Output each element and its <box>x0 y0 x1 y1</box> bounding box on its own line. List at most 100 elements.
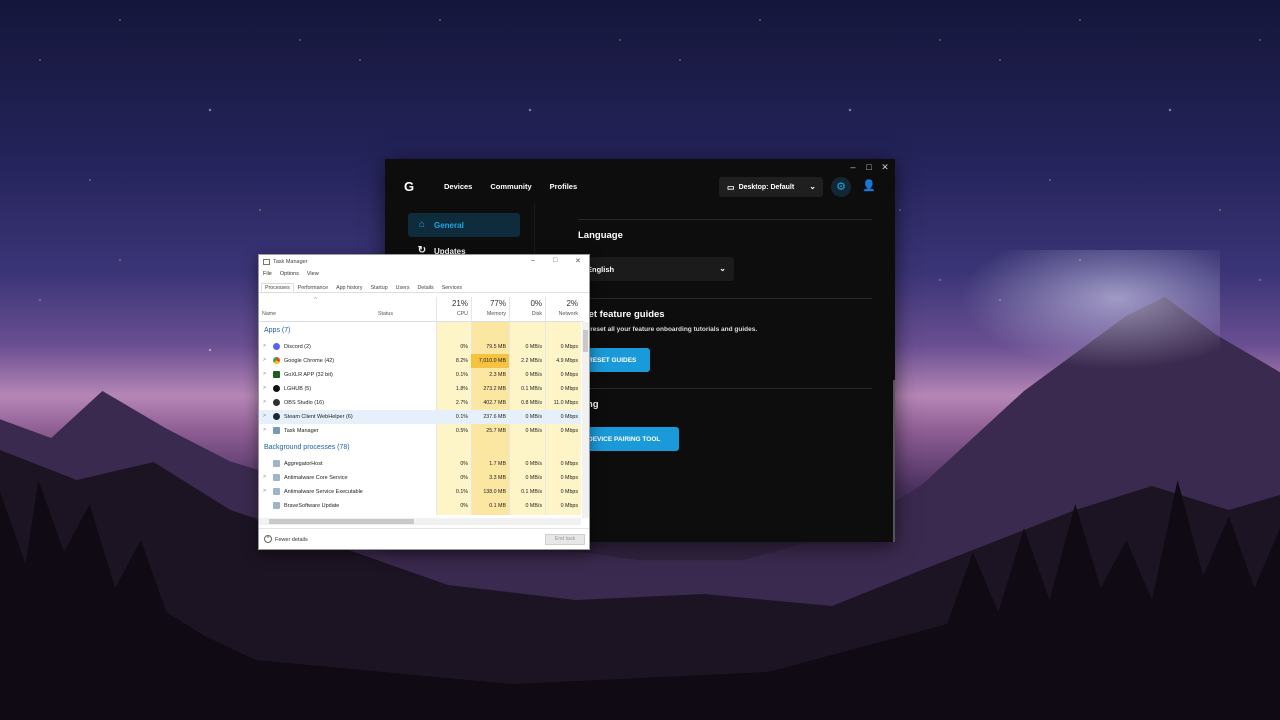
profile-select[interactable]: ▭ Desktop: Default ⌄ <box>719 177 823 197</box>
scrollbar[interactable] <box>893 380 895 542</box>
process-name: AggregatorHost <box>284 461 323 467</box>
network-value: 0 Mbps <box>560 414 578 420</box>
process-name: OBS Studio (16) <box>284 400 325 406</box>
menu-view[interactable]: View <box>307 271 319 277</box>
column-header-status[interactable]: Status <box>377 295 436 321</box>
cpu-value: 0% <box>460 503 468 509</box>
chevron-right-icon[interactable]: > <box>263 343 266 349</box>
sidebar-item-general[interactable]: ⌂ General <box>408 213 520 237</box>
column-label: Name <box>262 311 277 317</box>
cpu-value: 0% <box>460 475 468 481</box>
title-bar[interactable]: Task Manager – □ ✕ <box>259 255 589 269</box>
settings-gear-icon[interactable]: ⚙ <box>831 177 851 197</box>
process-name: Discord (2) <box>284 344 311 350</box>
tab-performance[interactable]: Performance <box>294 283 332 292</box>
memory-value: 2.3 MB <box>489 372 506 378</box>
fewer-details-link[interactable]: Fewer details <box>275 537 308 543</box>
tab-processes[interactable]: Processes <box>261 283 294 292</box>
tab-startup[interactable]: Startup <box>367 283 392 292</box>
close-icon[interactable]: ✕ <box>575 257 581 265</box>
menu-file[interactable]: File <box>263 271 272 277</box>
table-row[interactable]: > LGHUB (5) 1.8% 273.2 MB 0.1 MB/s 0 Mbp… <box>259 382 581 396</box>
scroll-thumb[interactable] <box>269 519 414 524</box>
disk-value: 2.2 MB/s <box>521 358 542 364</box>
cpu-value: 0.1% <box>455 414 468 420</box>
menu-options[interactable]: Options <box>280 271 299 277</box>
chevron-up-icon[interactable]: ^ <box>264 535 272 543</box>
table-row[interactable]: > Discord (2) 0% 79.5 MB 0 MB/s 0 Mbps <box>259 340 581 354</box>
chevron-right-icon[interactable]: > <box>263 385 266 391</box>
column-header-name[interactable]: ^ Name <box>259 295 377 321</box>
chevron-right-icon[interactable]: > <box>263 399 266 405</box>
maximize-icon[interactable]: □ <box>553 257 557 264</box>
process-icon <box>273 474 280 481</box>
header-divider <box>259 321 583 322</box>
cpu-value: 0.5% <box>455 428 468 434</box>
disk-value: 0 MB/s <box>525 475 542 481</box>
memory-value: 402.7 MB <box>483 400 506 406</box>
scroll-thumb[interactable] <box>583 330 588 352</box>
table-row[interactable]: > Google Chrome (42) 8.2% 7,010.0 MB 2.2… <box>259 354 581 368</box>
memory-value: 1.7 MB <box>489 461 506 467</box>
vertical-scrollbar[interactable] <box>582 322 589 518</box>
column-header-cpu[interactable]: 21% CPU <box>436 295 471 321</box>
profile-select-label: Desktop: Default <box>738 183 795 191</box>
device-pairing-tool-button[interactable]: DEVICE PAIRING TOOL <box>578 427 679 451</box>
chevron-right-icon[interactable]: > <box>263 474 266 480</box>
chevron-right-icon[interactable]: > <box>263 488 266 494</box>
memory-value: 25.7 MB <box>486 428 506 434</box>
cpu-total: 21% <box>451 299 468 308</box>
table-row[interactable]: > GoXLR APP (32 bit) 0.1% 2.3 MB 0 MB/s … <box>259 368 581 382</box>
table-row[interactable]: > Antimalware Core Service 0% 3.3 MB 0 M… <box>259 471 581 485</box>
cpu-value: 0.1% <box>455 372 468 378</box>
table-row[interactable]: > OBS Studio (16) 2.7% 402.7 MB 0.8 MB/s… <box>259 396 581 410</box>
nav-profiles[interactable]: Profiles <box>550 182 578 191</box>
chevron-right-icon[interactable]: > <box>263 357 266 363</box>
chevron-right-icon[interactable]: > <box>263 427 266 433</box>
network-value: 0 Mbps <box>560 475 578 481</box>
process-name: BraveSoftware Update <box>284 503 340 509</box>
column-label: CPU <box>456 311 468 317</box>
tab-services[interactable]: Services <box>438 283 466 292</box>
task-manager-icon <box>273 427 280 434</box>
goxlr-icon <box>273 371 280 378</box>
tab-app-history[interactable]: App history <box>332 283 367 292</box>
process-name: Antimalware Core Service <box>284 475 348 481</box>
memory-value: 237.6 MB <box>483 414 506 420</box>
user-icon[interactable]: 👤 <box>861 178 877 194</box>
end-task-button[interactable]: End task <box>545 534 585 545</box>
network-value: 0 Mbps <box>560 372 578 378</box>
network-total: 2% <box>566 299 578 308</box>
memory-value: 79.5 MB <box>486 344 506 350</box>
network-value: 0 Mbps <box>560 428 578 434</box>
nav-devices[interactable]: Devices <box>444 182 472 191</box>
disk-value: 0 MB/s <box>525 461 542 467</box>
column-header-memory[interactable]: 77% Memory <box>471 295 509 321</box>
reset-guides-heading: eset feature guides <box>578 309 665 320</box>
table-row[interactable]: BraveSoftware Update 0% 0.1 MB 0 MB/s 0 … <box>259 499 581 513</box>
table-row[interactable]: > Steam Client WebHelper (6) 0.1% 237.6 … <box>259 410 581 424</box>
chevron-down-icon: ⌄ <box>719 264 726 273</box>
minimize-icon[interactable]: – <box>531 257 535 264</box>
horizontal-scrollbar[interactable] <box>259 518 581 525</box>
top-nav: Devices Community Profiles <box>444 182 577 191</box>
column-header-disk[interactable]: 0% Disk <box>509 295 545 321</box>
column-header-network[interactable]: 2% Network <box>545 295 581 321</box>
table-row[interactable]: > Task Manager 0.5% 25.7 MB 0 MB/s 0 Mbp… <box>259 424 581 438</box>
tab-details[interactable]: Details <box>413 283 437 292</box>
chevron-right-icon[interactable]: > <box>263 413 266 419</box>
disk-value: 0 MB/s <box>525 344 542 350</box>
tab-users[interactable]: Users <box>392 283 414 292</box>
cpu-value: 8.2% <box>455 358 468 364</box>
logitech-g-logo-icon[interactable]: G <box>404 179 418 194</box>
network-value: 11.0 Mbps <box>553 400 578 406</box>
memory-value: 273.2 MB <box>483 386 506 392</box>
nav-community[interactable]: Community <box>490 182 531 191</box>
column-label: Disk <box>531 311 542 317</box>
process-name: Antimalware Service Executable <box>284 489 363 495</box>
tab-strip: Processes Performance App history Startu… <box>259 283 589 293</box>
chevron-right-icon[interactable]: > <box>263 371 266 377</box>
language-select[interactable]: English ⌄ <box>578 257 734 281</box>
table-row[interactable]: AggregatorHost 0% 1.7 MB 0 MB/s 0 Mbps <box>259 457 581 471</box>
table-row[interactable]: > Antimalware Service Executable 0.1% 13… <box>259 485 581 499</box>
